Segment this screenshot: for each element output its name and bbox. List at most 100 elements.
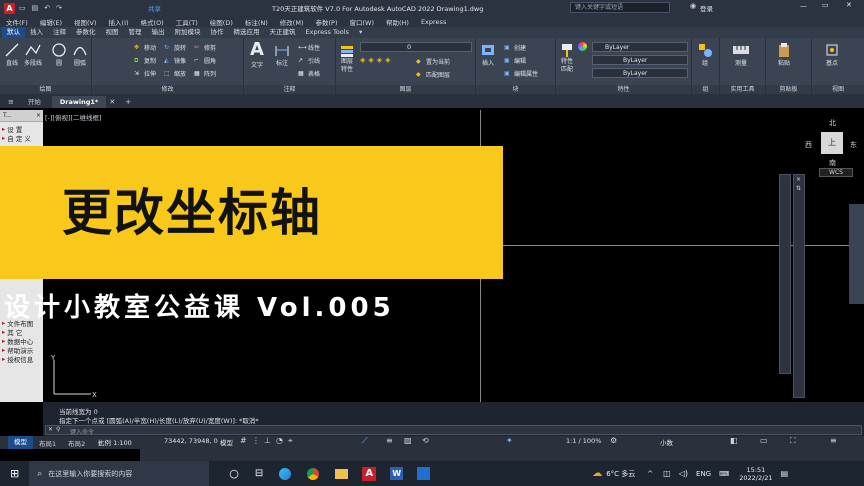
panel-clipboard-label[interactable]: 剪贴板 [766, 85, 811, 94]
match-properties-tool[interactable]: 特性匹配 [559, 42, 575, 74]
tab-collaborate[interactable]: 协作 [206, 27, 229, 38]
app-taskbar-icon[interactable] [417, 467, 431, 480]
arc-tool[interactable]: 圆弧 [72, 42, 88, 67]
clock[interactable]: 15:51 2022/2/21 [739, 466, 772, 482]
network-icon[interactable]: ◫ [663, 469, 671, 478]
linetype-dropdown[interactable]: ByLayer [592, 55, 688, 65]
palette-item-license[interactable]: ▸ 授权信息 [2, 354, 33, 364]
lineweight-icon[interactable]: ≡ [386, 436, 393, 445]
tab-view[interactable]: 视图 [101, 27, 124, 38]
palette-close-icon[interactable]: × [36, 110, 41, 122]
tab-tangent-architecture[interactable]: 天正建筑 [265, 27, 301, 38]
array-tool[interactable]: ▦ 阵列 [194, 69, 216, 79]
quick-access-save-icon[interactable]: ▤ [32, 4, 39, 12]
tab-manage[interactable]: 管理 [124, 27, 147, 38]
mirror-tool[interactable]: ◭ 镜像 [164, 56, 186, 66]
weather-text[interactable]: 6°C 多云 [606, 469, 635, 479]
navigation-bar[interactable]: ▣ [786, 174, 805, 394]
clean-screen-icon[interactable]: ⛶ [790, 436, 796, 446]
panel-modify-label[interactable]: 修改 [92, 85, 243, 94]
color-dropdown[interactable]: ByLayer [592, 42, 688, 52]
scale-indicator[interactable]: 比例 1:100 [98, 437, 132, 447]
trim-tool[interactable]: ✂ 修剪 [194, 43, 216, 53]
user-icon[interactable]: ◉ [690, 2, 696, 10]
tab-default[interactable]: 默认 [2, 27, 25, 38]
stretch-tool[interactable]: ⇲ 拉伸 [134, 69, 156, 79]
secondary-palette[interactable] [795, 174, 796, 175]
tab-addins[interactable]: 附加模块 [170, 27, 206, 38]
group-tool[interactable]: 组 [697, 42, 713, 67]
text-tool[interactable]: A 文字 [250, 40, 264, 70]
tab-parametric[interactable]: 参数化 [71, 27, 101, 38]
layer-properties-tool[interactable]: 图层特性 [339, 44, 355, 74]
tab-express-tools[interactable]: Express Tools [301, 27, 354, 38]
minimize-button[interactable]: — [800, 2, 807, 10]
panel-annotation-label[interactable]: 注释 [244, 85, 335, 94]
panel-view-label[interactable]: 视图 [812, 85, 864, 94]
taskbar-search-box[interactable]: ⌕ 在这里输入你要搜索的内容 [29, 461, 210, 486]
isolate-objects-icon[interactable]: ◧ [730, 436, 738, 445]
notification-icon[interactable]: ▤ [781, 469, 789, 478]
login-link[interactable]: 登录 [700, 3, 713, 13]
fillet-tool[interactable]: ⌐ 圆角 [194, 56, 216, 66]
tab-output[interactable]: 输出 [147, 27, 170, 38]
osnap-icon[interactable]: ⌖ [288, 436, 293, 446]
viewcube-north-label[interactable]: 北 [829, 118, 836, 128]
table-tool[interactable]: ▦ 表格 [298, 69, 320, 79]
chrome-browser-icon[interactable] [307, 467, 320, 480]
layer-lock-icon[interactable]: ◈ [385, 56, 390, 64]
scale-tool[interactable]: ⬚ 缩放 [164, 69, 186, 79]
copy-tool[interactable]: ⧉ 复制 [134, 56, 156, 66]
right-edge-toolbar[interactable] [849, 204, 864, 304]
viewcube-west-label[interactable]: 西 [805, 140, 812, 150]
ortho-icon[interactable]: ⊥ [264, 436, 271, 445]
grid-icon[interactable]: # [240, 436, 247, 445]
create-block-tool[interactable]: ▣ 创建 [504, 43, 526, 53]
base-point-tool[interactable]: 基点 [824, 42, 840, 67]
viewcube-top-face[interactable]: 上 [821, 132, 843, 154]
edge-browser-icon[interactable] [279, 467, 292, 480]
layer-freeze-icon[interactable]: ◈ [377, 56, 382, 64]
annotation-scale-dropdown[interactable]: 1:1 / 100% [566, 437, 601, 445]
tab-insert[interactable]: 插入 [25, 27, 48, 38]
dimension-tool[interactable]: 标注 [274, 42, 290, 67]
rotate-tool[interactable]: ↻ 旋转 [164, 43, 186, 53]
palette-item-custom[interactable]: ▸ 自 定 义 [2, 133, 41, 143]
share-button[interactable]: 共享 [148, 3, 161, 13]
search-input[interactable]: 键入关键字或短语 [570, 2, 670, 13]
word-taskbar-icon[interactable]: W [390, 467, 404, 480]
menu-parametric[interactable]: 参数(P) [315, 17, 337, 27]
file-explorer-icon[interactable] [335, 468, 349, 479]
edit-block-tool[interactable]: ▣ 编辑 [504, 56, 526, 66]
set-current-layer-tool[interactable]: ◆ 置为当前 [416, 57, 450, 67]
match-layer-tool[interactable]: ◆ 匹配图层 [416, 70, 450, 80]
volume-icon[interactable]: ◁) [679, 469, 688, 478]
linear-tool[interactable]: ⟷ 线性 [298, 43, 320, 53]
command-customize-icon[interactable]: ⚲ [56, 426, 60, 433]
model-space-button[interactable]: 模型 [220, 437, 233, 447]
menu-file[interactable]: 文件(F) [6, 17, 28, 27]
maximize-button[interactable]: ▭ [822, 1, 829, 9]
layer-isolate-icon[interactable]: ◈ [368, 56, 373, 64]
language-indicator[interactable]: ENG [696, 470, 711, 478]
task-view-icon[interactable]: ○ [229, 467, 239, 480]
menu-help[interactable]: 帮助(H) [386, 17, 409, 27]
side-toolbar[interactable] [779, 174, 791, 374]
menu-format[interactable]: 格式(O) [141, 17, 164, 27]
autocad-logo-icon[interactable]: A [4, 2, 15, 14]
new-tab-button[interactable]: + [125, 96, 131, 108]
panel-groups-label[interactable]: 组 [692, 85, 719, 94]
menu-dimension[interactable]: 标注(N) [245, 17, 268, 27]
viewcube[interactable]: 北 西 东 上 南 [805, 118, 861, 170]
annotation-visibility-icon[interactable]: ✦ [506, 436, 513, 445]
panel-draw-label[interactable]: 绘图 [0, 85, 91, 94]
panel-properties-label[interactable]: 特性 [556, 85, 691, 94]
viewcube-east-label[interactable]: 东 [850, 140, 857, 150]
line-tool[interactable]: 直线 [4, 42, 20, 67]
viewport-controls-label[interactable]: [-][俯视][二维线框] [45, 112, 102, 122]
file-tab-start[interactable]: 开始 [20, 96, 49, 108]
quick-access-open-icon[interactable]: ▭ [19, 4, 26, 12]
edit-attribute-tool[interactable]: ▣ 编辑属性 [504, 69, 538, 79]
close-tab-icon[interactable]: ✕ [109, 96, 115, 108]
selection-cycling-icon[interactable]: ⟲ [422, 436, 429, 445]
